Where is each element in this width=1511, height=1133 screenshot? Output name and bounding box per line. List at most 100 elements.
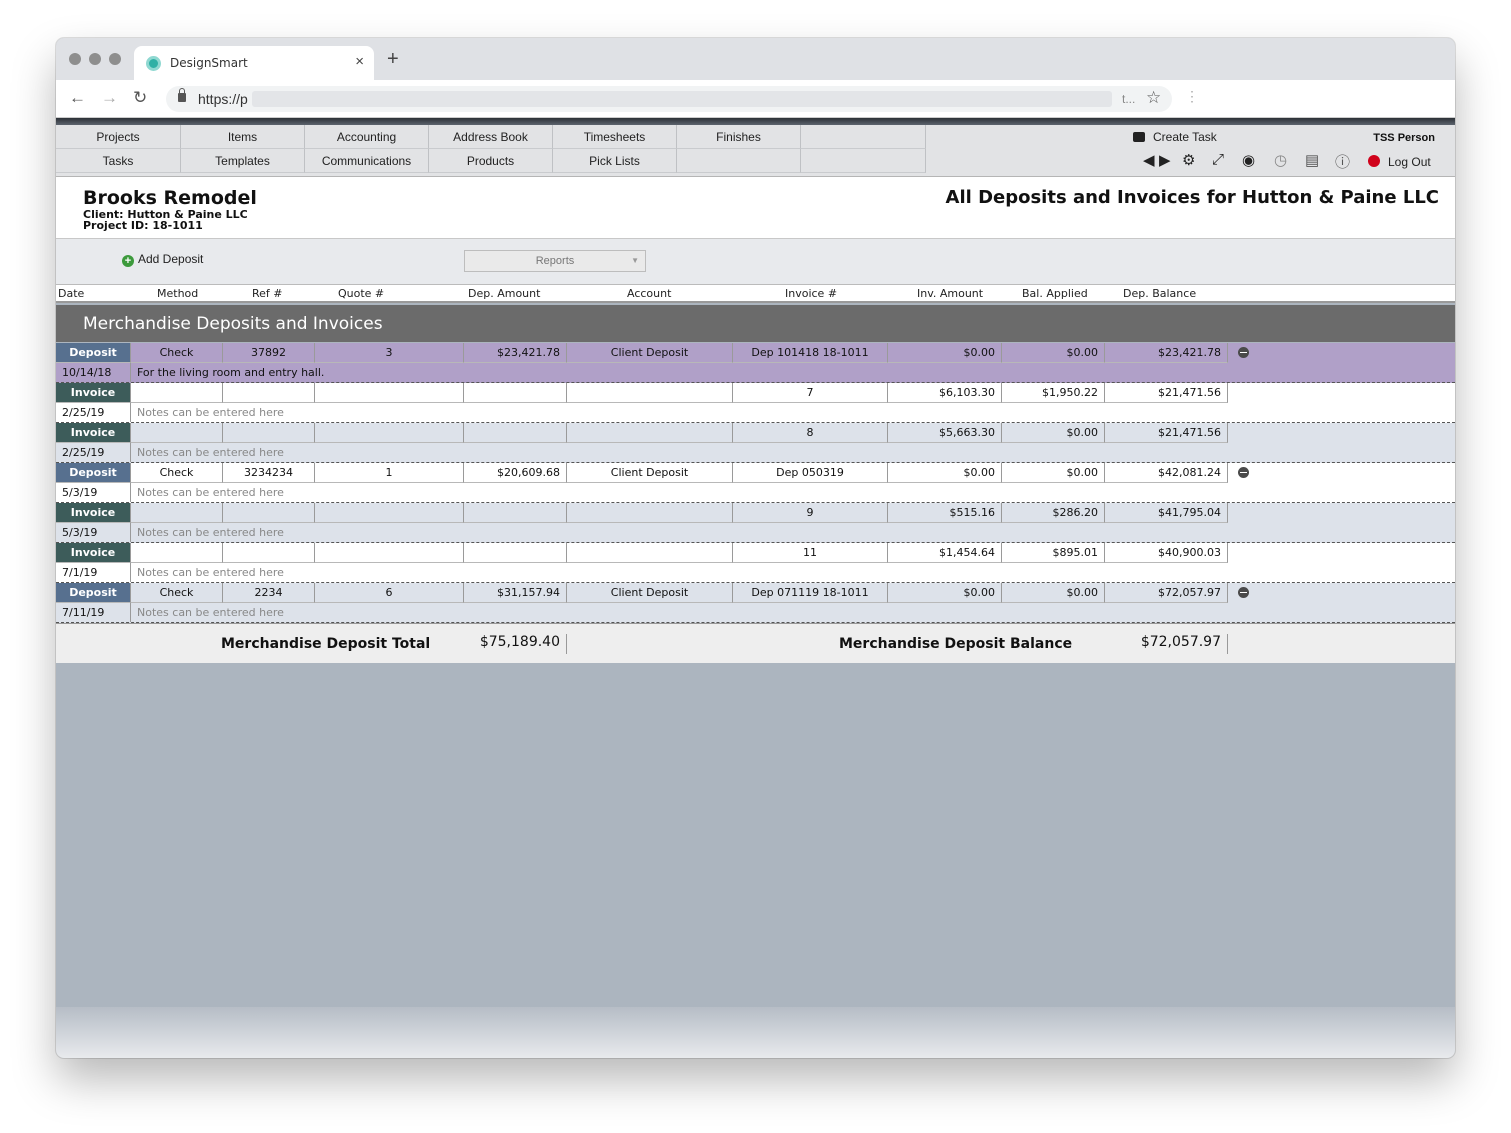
cell-bal-applied[interactable]: $1,950.22 [1002,383,1105,403]
cell-account[interactable] [567,383,733,403]
cell-quote[interactable]: 1 [315,463,464,483]
nav-timesheets[interactable]: Timesheets [553,125,677,149]
cell-ref[interactable]: 2234 [223,583,315,603]
cell-inv-amount[interactable]: $0.00 [888,583,1002,603]
cell-method[interactable]: Check [131,463,223,483]
cell-dep-amount[interactable]: $31,157.94 [464,583,567,603]
logout-button[interactable]: Log Out [1368,155,1431,169]
cell-quote[interactable] [315,383,464,403]
cell-invoice[interactable]: 11 [733,543,888,563]
cell-invoice[interactable]: Dep 050319 [733,463,888,483]
cell-invoice[interactable]: 9 [733,503,888,523]
cell-method[interactable] [131,423,223,443]
create-task-button[interactable]: Create Task [1133,130,1217,144]
deposit-row[interactable]: Deposit Check 2234 6 $31,157.94 Client D… [56,583,1455,623]
cell-dep-balance[interactable]: $41,795.04 [1105,503,1228,523]
url-input[interactable]: https://p t... [166,86,1172,112]
cell-note[interactable]: Notes can be entered here [137,403,284,422]
cell-quote[interactable] [315,423,464,443]
info-icon[interactable]: ⓘ [1335,151,1350,172]
remove-deposit-icon[interactable] [1238,587,1249,598]
cell-account[interactable] [567,423,733,443]
cell-ref[interactable] [223,423,315,443]
cell-account[interactable]: Client Deposit [567,343,733,363]
cell-dep-balance[interactable]: $21,471.56 [1105,383,1228,403]
person-icon[interactable]: ◉ [1242,151,1255,169]
cell-date[interactable]: 2/25/19 [56,403,131,422]
cell-invoice[interactable]: 7 [733,383,888,403]
cell-note[interactable]: Notes can be entered here [137,563,284,582]
cell-inv-amount[interactable]: $1,454.64 [888,543,1002,563]
nav-templates[interactable]: Templates [181,149,305,173]
nav-address-book[interactable]: Address Book [429,125,553,149]
cell-invoice[interactable]: Dep 101418 18-1011 [733,343,888,363]
cell-note[interactable]: For the living room and entry hall. [137,363,324,382]
cell-quote[interactable] [315,543,464,563]
cell-account[interactable] [567,503,733,523]
cell-dep-amount[interactable] [464,383,567,403]
cell-bal-applied[interactable]: $0.00 [1002,343,1105,363]
reports-dropdown[interactable]: Reports ▼ [464,250,646,272]
window-zoom-dot[interactable] [109,53,121,65]
nav-products[interactable]: Products [429,149,553,173]
cell-method[interactable] [131,503,223,523]
cell-note[interactable]: Notes can be entered here [137,603,284,622]
cell-dep-amount[interactable]: $23,421.78 [464,343,567,363]
cell-note[interactable]: Notes can be entered here [137,443,284,462]
cell-account[interactable]: Client Deposit [567,583,733,603]
cell-inv-amount[interactable]: $0.00 [888,343,1002,363]
cell-dep-balance[interactable]: $40,900.03 [1105,543,1228,563]
cell-quote[interactable]: 3 [315,343,464,363]
cell-inv-amount[interactable]: $0.00 [888,463,1002,483]
cell-method[interactable] [131,543,223,563]
clock-icon[interactable]: ◷ [1274,151,1287,169]
cell-bal-applied[interactable]: $286.20 [1002,503,1105,523]
remove-deposit-icon[interactable] [1238,467,1249,478]
cell-method[interactable]: Check [131,343,223,363]
nav-communications[interactable]: Communications [305,149,429,173]
deposit-row[interactable]: Deposit Check 37892 3 $23,421.78 Client … [56,343,1455,383]
forward-arrow-icon[interactable]: → [101,88,118,108]
bookmark-star-icon[interactable]: ☆ [1146,88,1161,108]
browser-menu-icon[interactable]: ⋮ [1185,88,1199,105]
cell-bal-applied[interactable]: $0.00 [1002,423,1105,443]
cell-bal-applied[interactable]: $895.01 [1002,543,1105,563]
invoice-row[interactable]: Invoice 7 $6,103.30 $1,950.22 $21,471.56… [56,383,1455,423]
invoice-row[interactable]: Invoice 11 $1,454.64 $895.01 $40,900.03 … [56,543,1455,583]
cell-quote[interactable]: 6 [315,583,464,603]
cell-date[interactable]: 5/3/19 [56,483,131,502]
cell-bal-applied[interactable]: $0.00 [1002,463,1105,483]
nav-projects[interactable]: Projects [56,125,181,149]
cell-dep-balance[interactable]: $72,057.97 [1105,583,1228,603]
gear-icon[interactable]: ⚙ [1182,151,1195,169]
remove-deposit-icon[interactable] [1238,347,1249,358]
cell-dep-amount[interactable] [464,543,567,563]
cell-dep-balance[interactable]: $23,421.78 [1105,343,1228,363]
nav-finishes[interactable]: Finishes [677,125,801,149]
nav-items[interactable]: Items [181,125,305,149]
nav-accounting[interactable]: Accounting [305,125,429,149]
cell-inv-amount[interactable]: $515.16 [888,503,1002,523]
cell-date[interactable]: 7/1/19 [56,563,131,582]
cell-dep-amount[interactable] [464,503,567,523]
cell-bal-applied[interactable]: $0.00 [1002,583,1105,603]
reload-icon[interactable]: ↻ [133,88,147,108]
new-tab-button[interactable]: + [387,48,399,71]
cell-ref[interactable]: 3234234 [223,463,315,483]
invoice-row[interactable]: Invoice 9 $515.16 $286.20 $41,795.04 5/3… [56,503,1455,543]
cell-dep-amount[interactable] [464,423,567,443]
cell-ref[interactable] [223,543,315,563]
cell-account[interactable] [567,543,733,563]
expand-icon[interactable]: ⤢ [1212,151,1224,168]
cell-quote[interactable] [315,503,464,523]
cell-method[interactable] [131,383,223,403]
cell-method[interactable]: Check [131,583,223,603]
cell-dep-balance[interactable]: $21,471.56 [1105,423,1228,443]
cell-account[interactable]: Client Deposit [567,463,733,483]
cell-invoice[interactable]: Dep 071119 18-1011 [733,583,888,603]
cell-dep-amount[interactable]: $20,609.68 [464,463,567,483]
cell-date[interactable]: 7/11/19 [56,603,131,622]
deposit-row[interactable]: Deposit Check 3234234 1 $20,609.68 Clien… [56,463,1455,503]
cell-date[interactable]: 5/3/19 [56,523,131,542]
cell-note[interactable]: Notes can be entered here [137,483,284,502]
